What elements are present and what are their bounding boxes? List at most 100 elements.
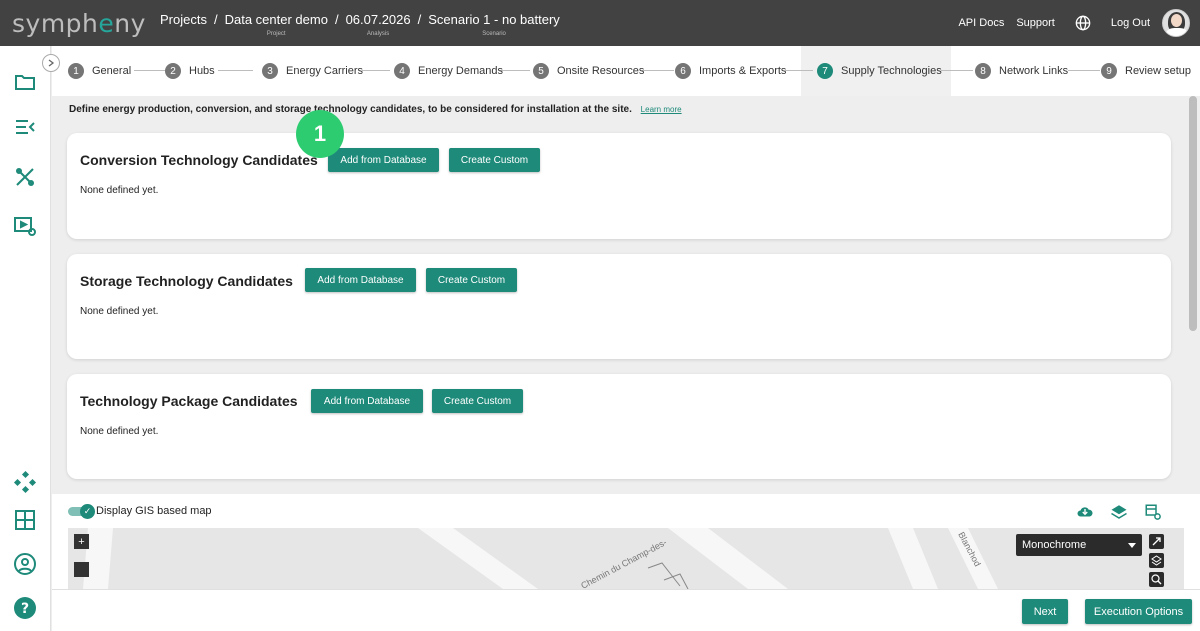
top-nav: API Docs Support Log Out	[958, 0, 1200, 46]
breadcrumb-project[interactable]: Data center demo Project	[224, 12, 328, 38]
step-number: 5	[533, 63, 549, 79]
breadcrumb-sublabel: Scenario	[482, 31, 506, 37]
content-scrollbar[interactable]	[1189, 96, 1197, 331]
avatar-body	[1166, 28, 1188, 36]
next-button[interactable]: Next	[1022, 599, 1068, 624]
map-canvas[interactable]: Chemin du Champ-des- Blanchod + Monochro…	[68, 528, 1184, 589]
breadcrumb-label: 06.07.2026	[345, 12, 411, 27]
plus-icon: +	[78, 535, 85, 548]
step-connector	[218, 70, 253, 71]
execution-options-button[interactable]: Execution Options	[1085, 599, 1192, 624]
map-style-value: Monochrome	[1022, 539, 1087, 551]
step-number: 8	[975, 63, 991, 79]
step-connector	[1068, 70, 1100, 71]
step-connector	[941, 70, 973, 71]
step-number: 2	[165, 63, 181, 79]
section-title: Conversion Technology Candidates	[80, 152, 318, 168]
dashboard-icon[interactable]	[13, 508, 37, 532]
svg-text:?: ?	[21, 601, 29, 617]
step-review-setup[interactable]: 9 Review setup	[1101, 46, 1191, 96]
zoom-in-button[interactable]: +	[74, 534, 89, 549]
step-network-links[interactable]: 8 Network Links	[975, 46, 1068, 96]
street-label-champ: Chemin du Champ-des-	[579, 537, 668, 589]
description-text: Define energy production, conversion, an…	[69, 104, 632, 115]
breadcrumb-projects[interactable]: Projects	[160, 13, 207, 37]
layers-icon	[1151, 555, 1162, 566]
create-custom-button[interactable]: Create Custom	[426, 268, 517, 292]
map-settings-icon[interactable]	[1144, 503, 1162, 521]
account-icon[interactable]	[13, 552, 37, 576]
map-style-select[interactable]: Monochrome	[1016, 534, 1142, 556]
list-collapse-icon[interactable]	[13, 115, 37, 139]
logo-accent: e	[98, 9, 115, 38]
logo-suffix: ny	[114, 9, 146, 38]
step-energy-carriers[interactable]: 3 Energy Carriers	[262, 46, 363, 96]
step-label: Imports & Exports	[699, 65, 787, 77]
add-from-database-button[interactable]: Add from Database	[328, 148, 439, 172]
tools-icon[interactable]	[13, 165, 37, 189]
top-bar: sympheny Projects / Data center demo Pro…	[0, 0, 1200, 46]
empty-state-text: None defined yet.	[80, 185, 159, 196]
step-label: Energy Demands	[418, 65, 503, 77]
footer-bar: Next Execution Options	[52, 589, 1200, 631]
breadcrumb-label: Data center demo	[224, 12, 328, 27]
step-label: Network Links	[999, 65, 1069, 77]
breadcrumb-analysis[interactable]: 06.07.2026 Analysis	[345, 12, 411, 38]
step-number: 6	[675, 63, 691, 79]
empty-state-text: None defined yet.	[80, 426, 159, 437]
page-description: Define energy production, conversion, an…	[69, 104, 682, 115]
step-onsite-resources[interactable]: 5 Onsite Resources	[533, 46, 644, 96]
api-docs-link[interactable]: API Docs	[958, 17, 1004, 29]
step-connector	[362, 70, 390, 71]
breadcrumb-label: Projects	[160, 12, 207, 27]
create-custom-button[interactable]: Create Custom	[432, 389, 523, 413]
logout-link[interactable]: Log Out	[1111, 17, 1150, 29]
add-from-database-button[interactable]: Add from Database	[311, 389, 423, 413]
layers-icon[interactable]	[1110, 503, 1128, 521]
create-custom-button[interactable]: Create Custom	[449, 148, 540, 172]
step-general[interactable]: 1 General	[68, 46, 131, 96]
step-number: 3	[262, 63, 278, 79]
app-logo[interactable]: sympheny	[12, 9, 146, 38]
cloud-download-icon[interactable]	[1076, 503, 1094, 521]
step-label: Energy Carriers	[286, 65, 364, 77]
expand-icon	[1152, 537, 1161, 546]
left-sidebar: ?	[0, 46, 51, 631]
step-label: Onsite Resources	[557, 65, 645, 77]
breadcrumb-scenario[interactable]: Scenario 1 - no battery Scenario	[428, 12, 560, 38]
learn-more-link[interactable]: Learn more	[641, 105, 682, 114]
step-supply-technologies[interactable]: 7 Supply Technologies	[817, 46, 942, 96]
section-title: Storage Technology Candidates	[80, 273, 293, 289]
step-connector	[785, 70, 813, 71]
step-label: General	[92, 65, 132, 77]
step-energy-demands[interactable]: 4 Energy Demands	[394, 46, 503, 96]
sidebar-expand-button[interactable]	[42, 54, 60, 72]
step-imports-exports[interactable]: 6 Imports & Exports	[675, 46, 786, 96]
support-link[interactable]: Support	[1016, 17, 1055, 29]
map-zoom-button[interactable]	[1149, 572, 1164, 587]
step-connector	[642, 70, 674, 71]
conversion-technology-card: Conversion Technology Candidates Add fro…	[67, 133, 1171, 239]
step-hubs[interactable]: 2 Hubs	[165, 46, 215, 96]
storage-technology-card: Storage Technology Candidates Add from D…	[67, 254, 1171, 359]
add-from-database-button[interactable]: Add from Database	[305, 268, 416, 292]
step-number: 9	[1101, 63, 1117, 79]
globe-icon[interactable]	[1075, 15, 1091, 31]
step-connector	[500, 70, 530, 71]
gis-map-toggle[interactable]: ✓	[68, 504, 96, 519]
step-number: 7	[817, 63, 833, 79]
step-number: 4	[394, 63, 410, 79]
folder-icon[interactable]	[13, 70, 37, 94]
step-number: 1	[68, 63, 84, 79]
step-label: Hubs	[189, 65, 215, 77]
avatar[interactable]	[1162, 9, 1190, 37]
help-icon[interactable]: ?	[13, 596, 37, 620]
map-square-tool-button[interactable]	[74, 562, 89, 577]
fullscreen-button[interactable]	[1149, 534, 1164, 549]
map-layers-button[interactable]	[1149, 553, 1164, 568]
run-settings-icon[interactable]	[13, 214, 37, 238]
step-connector	[134, 70, 169, 71]
breadcrumb-label: Scenario 1 - no battery	[428, 12, 560, 27]
network-icon[interactable]	[13, 470, 37, 494]
chevron-right-icon	[48, 59, 55, 67]
